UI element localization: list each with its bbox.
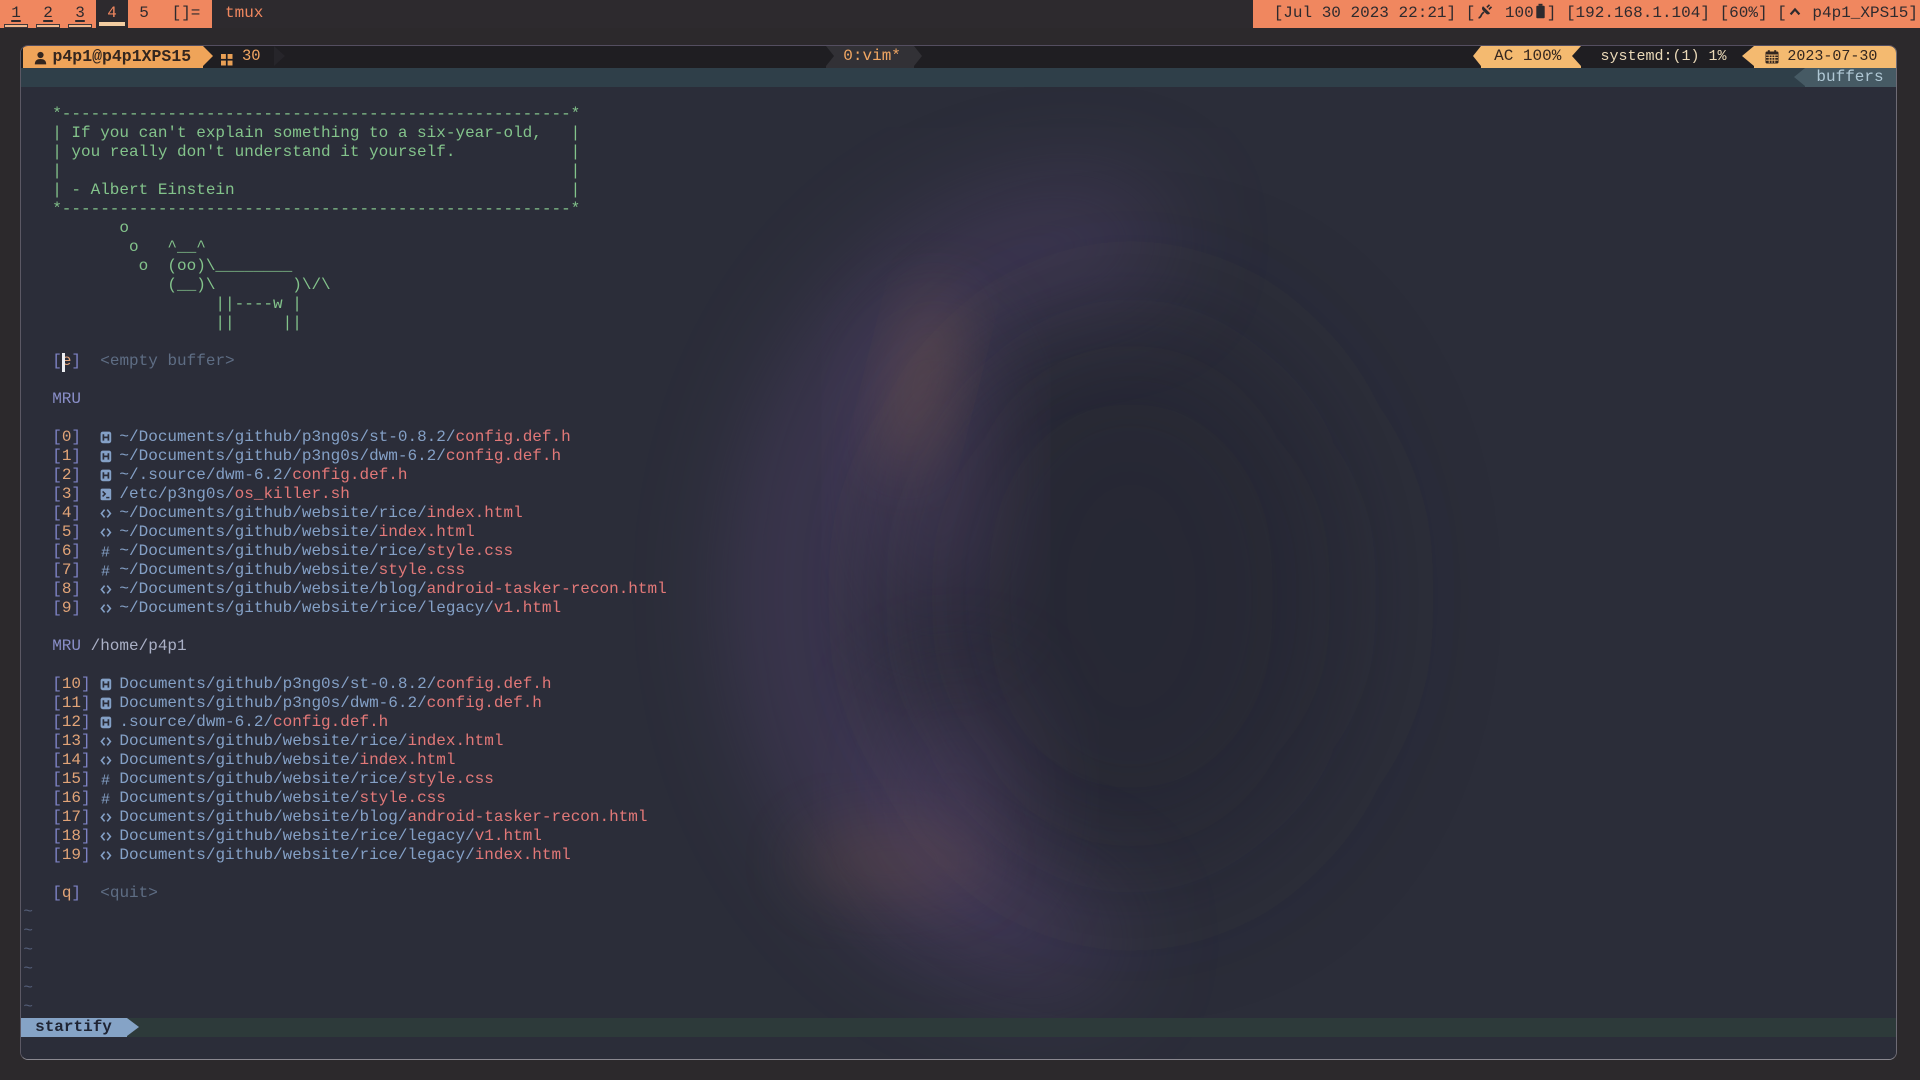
svg-text:#: # — [101, 773, 110, 790]
svg-text:#: # — [101, 792, 110, 809]
svg-text:#: # — [101, 564, 110, 581]
svg-text:#: # — [101, 545, 110, 562]
